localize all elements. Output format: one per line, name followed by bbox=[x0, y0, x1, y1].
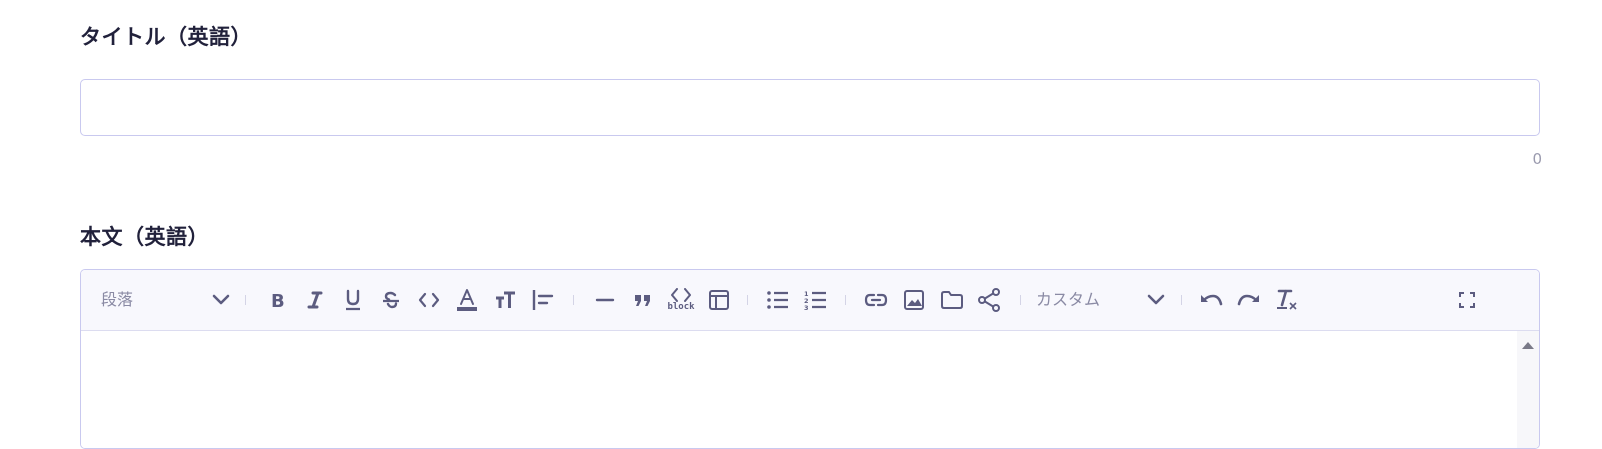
clear-formatting-icon bbox=[1275, 288, 1299, 312]
fullscreen-icon bbox=[1458, 291, 1476, 309]
align-left-icon bbox=[531, 289, 555, 311]
link-icon bbox=[864, 293, 888, 307]
blockquote-button[interactable] bbox=[629, 285, 657, 315]
undo-button[interactable] bbox=[1197, 285, 1225, 315]
svg-text:3: 3 bbox=[804, 304, 809, 310]
paragraph-format-select[interactable]: 段落 bbox=[101, 285, 231, 315]
bold-icon: B bbox=[268, 290, 286, 310]
font-size-button[interactable] bbox=[491, 285, 519, 315]
share-icon bbox=[978, 288, 1002, 312]
editor-content-area[interactable] bbox=[81, 331, 1539, 448]
table-icon bbox=[708, 289, 730, 311]
title-field-label: タイトル（英語） bbox=[80, 25, 252, 49]
folder-icon bbox=[940, 290, 964, 310]
fullscreen-button[interactable] bbox=[1453, 285, 1481, 315]
strikethrough-icon bbox=[381, 290, 401, 310]
bulleted-list-icon bbox=[766, 290, 790, 310]
clear-formatting-button[interactable] bbox=[1273, 285, 1301, 315]
custom-select[interactable]: カスタム bbox=[1036, 285, 1166, 315]
code-icon bbox=[418, 292, 440, 308]
image-icon bbox=[903, 289, 925, 311]
redo-button[interactable] bbox=[1235, 285, 1263, 315]
text-color-icon bbox=[456, 288, 478, 312]
custom-select-value: カスタム bbox=[1036, 290, 1101, 309]
numbered-list-button[interactable]: 123 bbox=[802, 285, 830, 315]
media-library-button[interactable] bbox=[938, 285, 966, 315]
rich-text-editor: 段落 B block 1 2 3 カスタム bbox=[80, 269, 1540, 449]
editor-toolbar: 段落 B block 1 2 3 カスタム bbox=[81, 270, 1539, 331]
toolbar-separator bbox=[747, 295, 748, 305]
align-button[interactable] bbox=[529, 285, 557, 315]
quote-icon bbox=[633, 292, 653, 308]
bold-button[interactable]: B bbox=[263, 285, 291, 315]
paragraph-format-value: 段落 bbox=[101, 290, 134, 309]
inline-code-button[interactable] bbox=[415, 285, 443, 315]
bulleted-list-button[interactable] bbox=[764, 285, 792, 315]
svg-text:B: B bbox=[271, 291, 285, 310]
text-color-button[interactable] bbox=[453, 285, 481, 315]
editor-scrollbar[interactable] bbox=[1517, 331, 1539, 448]
toolbar-separator bbox=[245, 295, 246, 305]
code-block-button[interactable]: block bbox=[665, 285, 697, 315]
toolbar-separator bbox=[573, 295, 574, 305]
underline-icon bbox=[344, 289, 362, 311]
font-size-icon bbox=[494, 290, 516, 310]
table-button[interactable] bbox=[705, 285, 733, 315]
scroll-up-arrow-icon[interactable] bbox=[1521, 335, 1535, 354]
italic-icon bbox=[306, 290, 324, 310]
embed-button[interactable] bbox=[976, 285, 1004, 315]
horizontal-rule-icon bbox=[595, 295, 615, 305]
toolbar-separator bbox=[1181, 295, 1182, 305]
numbered-list-icon: 123 bbox=[804, 290, 828, 310]
underline-button[interactable] bbox=[339, 285, 367, 315]
undo-icon bbox=[1198, 291, 1224, 309]
code-block-caption: block bbox=[667, 302, 695, 312]
toolbar-separator bbox=[845, 295, 846, 305]
image-button[interactable] bbox=[900, 285, 928, 315]
toolbar-separator bbox=[1020, 295, 1021, 305]
chevron-down-icon bbox=[1146, 293, 1166, 307]
strikethrough-button[interactable] bbox=[377, 285, 405, 315]
code-block-icon bbox=[670, 288, 692, 302]
chevron-down-icon bbox=[211, 293, 231, 307]
horizontal-rule-button[interactable] bbox=[591, 285, 619, 315]
link-button[interactable] bbox=[862, 285, 890, 315]
body-field-label: 本文（英語） bbox=[80, 225, 209, 249]
title-input[interactable] bbox=[80, 79, 1540, 136]
title-char-count: 0 bbox=[1532, 150, 1542, 168]
italic-button[interactable] bbox=[301, 285, 329, 315]
redo-icon bbox=[1236, 291, 1262, 309]
